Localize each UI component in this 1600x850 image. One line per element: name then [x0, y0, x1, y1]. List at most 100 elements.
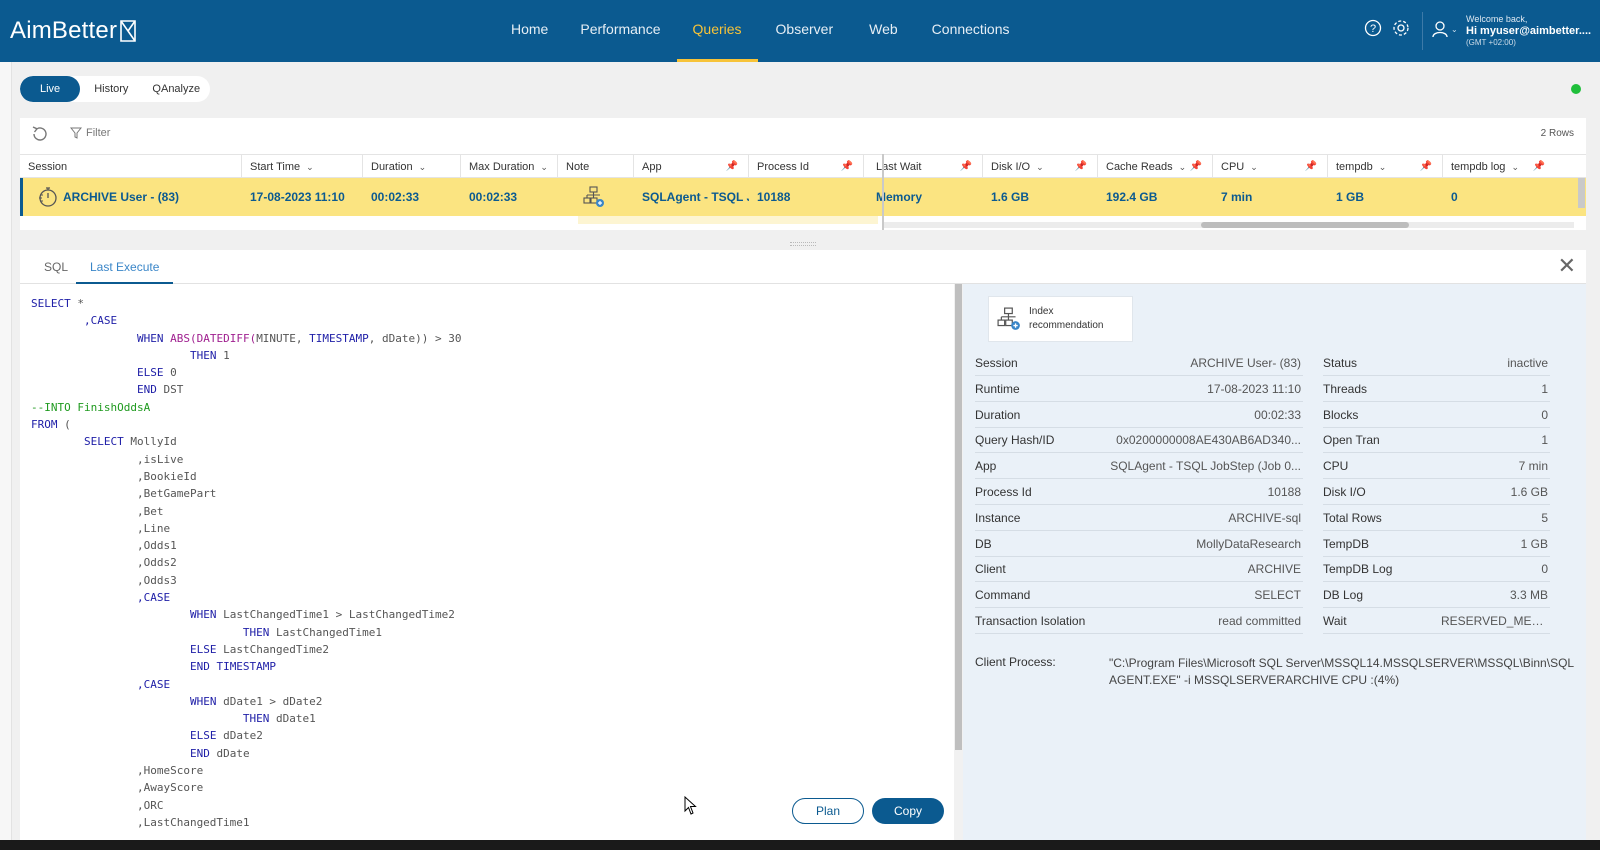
grid-horizontal-scroll-thumb[interactable]: [1201, 222, 1409, 228]
sql-token: ABS(DATEDIFF(: [170, 331, 257, 345]
rows-count: 2 Rows: [1540, 128, 1574, 139]
grid-header: Session Start Time ⌄ Duration ⌄ Max Durati…: [20, 154, 1586, 179]
panel-resize-handle[interactable]: [790, 242, 816, 246]
help-icon[interactable]: ?: [1364, 19, 1382, 37]
cell-app: SQLAgent - TSQL Jo: [642, 190, 749, 204]
sql-code-view[interactable]: SELECT * ,CASE WHEN ABS(DATEDIFF(MINUTE,…: [20, 284, 952, 840]
nav-connections[interactable]: Connections: [916, 0, 1026, 62]
sql-token: ELSE: [136, 366, 171, 380]
sql-token: ,AwayScore: [31, 781, 204, 795]
field-label: Command: [975, 588, 1031, 603]
mode-qanalyze[interactable]: QAnalyze: [142, 76, 210, 102]
cell-tempdb: 1 GB: [1336, 190, 1365, 204]
nav-web[interactable]: Web: [851, 0, 916, 62]
filter-button[interactable]: Filter: [70, 127, 110, 139]
logo-text: AimBetter: [10, 17, 118, 44]
close-icon[interactable]: ✕: [1558, 255, 1576, 277]
right-field-row: Open Tran 1: [1323, 427, 1550, 454]
field-value: 1: [1541, 433, 1548, 448]
pin-icon[interactable]: 📌: [1190, 155, 1202, 178]
plan-button[interactable]: Plan: [792, 798, 864, 824]
col-start-time-label: Start Time: [250, 160, 301, 173]
sql-token: ,LastChangedTime1: [31, 815, 250, 829]
pin-icon[interactable]: 📌: [1075, 155, 1087, 178]
copy-button[interactable]: Copy: [872, 798, 944, 824]
col-disk-io[interactable]: Disk I/O ⌄ 📌: [983, 155, 1098, 179]
col-session[interactable]: Session: [20, 155, 242, 179]
col-tempdb-log[interactable]: tempdb log ⌄ 📌: [1443, 155, 1555, 179]
col-cpu[interactable]: CPU ⌄ 📌: [1213, 155, 1328, 179]
mode-live[interactable]: Live: [20, 76, 81, 102]
nav-home[interactable]: Home: [495, 0, 564, 62]
col-duration[interactable]: Duration ⌄: [363, 155, 461, 179]
mode-history[interactable]: History: [80, 76, 142, 102]
field-label: Duration: [975, 407, 1021, 422]
pin-icon[interactable]: 📌: [841, 155, 853, 178]
tab-sql[interactable]: SQL: [30, 250, 82, 284]
nav-observer[interactable]: Observer: [758, 0, 852, 62]
col-tempdb[interactable]: tempdb ⌄ 📌: [1328, 155, 1443, 179]
code-vertical-scrollbar[interactable]: [954, 284, 963, 840]
pin-icon[interactable]: 📌: [960, 155, 972, 178]
nav-performance[interactable]: Performance: [564, 0, 676, 62]
col-app[interactable]: App 📌: [634, 155, 749, 179]
sql-token: (: [64, 418, 71, 432]
top-icons: ?: [1364, 19, 1410, 37]
col-process-id[interactable]: Process Id 📌: [749, 155, 864, 179]
field-label: Transaction Isolation: [975, 614, 1086, 628]
connection-status-dot: [1571, 84, 1581, 94]
code-scroll-thumb[interactable]: [955, 284, 962, 750]
field-value: 10188: [1267, 485, 1301, 499]
chevron-down-icon: ⌄: [306, 161, 314, 172]
field-value: ARCHIVE: [1247, 562, 1301, 577]
col-start-time[interactable]: Start Time ⌄: [242, 155, 363, 179]
field-label: TempDB Log: [1323, 562, 1393, 577]
cell-note[interactable]: [583, 178, 613, 216]
grid-vertical-scrollbar[interactable]: [1578, 178, 1585, 208]
col-cpu-label: CPU: [1221, 160, 1245, 173]
welcome-block: Welcome back, Hi myuser@aimbetter.... (G…: [1466, 13, 1591, 49]
cell-process-id: 10188: [757, 190, 791, 204]
client-process-label: Client Process:: [975, 655, 1056, 669]
index-recommendation-button[interactable]: Index recommendation: [988, 296, 1133, 342]
client-process-value: "C:\Program Files\Microsoft SQL Server\M…: [1109, 656, 1575, 687]
sql-token: ,CASE: [136, 677, 171, 691]
col-last-wait[interactable]: Last Wait 📌: [868, 155, 983, 179]
sql-token: END: [136, 383, 164, 397]
field-value: read committed: [1218, 614, 1301, 628]
session-name: ARCHIVE User - (83): [63, 190, 180, 204]
refresh-icon[interactable]: [30, 124, 50, 144]
field-label: Process Id: [975, 485, 1032, 499]
user-menu[interactable]: ⌄: [1432, 20, 1458, 38]
tab-last-execute[interactable]: Last Execute: [76, 250, 174, 284]
field-label: Disk I/O: [1323, 485, 1366, 499]
col-cache-reads[interactable]: Cache Reads ⌄ 📌: [1098, 155, 1213, 179]
sql-token: 1: [223, 348, 230, 362]
field-label: App: [975, 459, 997, 474]
col-max-duration[interactable]: Max Duration ⌄: [461, 155, 558, 179]
right-field-row: Blocks 0: [1323, 402, 1550, 428]
col-note[interactable]: Note: [558, 155, 634, 179]
grid-horizontal-scrollbar[interactable]: [884, 222, 1574, 228]
pin-icon[interactable]: 📌: [1305, 155, 1317, 178]
collapsed-sidebar[interactable]: [0, 62, 12, 840]
sql-token: ,BetGamePart: [31, 487, 217, 501]
pin-icon[interactable]: 📌: [726, 155, 738, 178]
field-value: MollyDataResearch: [1196, 536, 1301, 551]
aimbetter-logo[interactable]: AimBetter: [10, 17, 137, 45]
col-disk-io-label: Disk I/O: [991, 160, 1031, 173]
nav-queries[interactable]: Queries: [676, 0, 758, 62]
pin-icon[interactable]: 📌: [1420, 155, 1432, 178]
pin-icon[interactable]: 📌: [1533, 155, 1545, 178]
settings-gear-icon[interactable]: [1392, 19, 1410, 37]
field-value: 1: [1541, 381, 1548, 396]
table-row[interactable]: ARCHIVE User - (83) 17-08-2023 11:10 00:…: [20, 178, 1586, 216]
field-value: 1.6 GB: [1510, 485, 1548, 499]
